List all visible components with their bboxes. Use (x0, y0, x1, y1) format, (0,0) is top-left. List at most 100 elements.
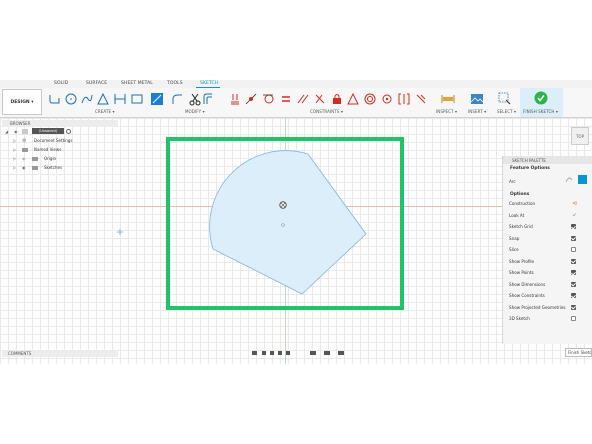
insert-menu-label[interactable]: INSERT ▾ (468, 109, 486, 114)
construction-icon[interactable]: ⊲ (572, 200, 577, 207)
browser-title: BROWSER (10, 121, 31, 126)
circle-tool-icon[interactable] (64, 92, 78, 106)
finish-sketch-button[interactable]: Finish Sketch (565, 348, 592, 357)
polygon-tool-icon[interactable] (96, 92, 110, 106)
zoom-icon[interactable] (278, 351, 282, 355)
coincident-constraint-icon[interactable] (244, 92, 258, 106)
activate-radio-icon[interactable] (66, 129, 71, 134)
expand-arrow-icon[interactable]: ▷ (13, 165, 16, 170)
arc-three-point-icon[interactable] (565, 175, 573, 183)
expand-arrow-icon[interactable]: ◢ (5, 129, 8, 134)
inspect-menu-label[interactable]: INSPECT ▾ (436, 109, 457, 114)
sketch-palette-header[interactable]: SKETCH PALETTE (503, 156, 592, 164)
visibility-eye-icon[interactable]: ◉ (22, 156, 26, 161)
3d-sketch-checkbox[interactable] (571, 316, 576, 322)
grid-settings-icon[interactable] (324, 351, 330, 355)
workspace-switcher-button[interactable]: DESIGN ▾ (2, 89, 42, 115)
expand-arrow-icon[interactable]: ▷ (13, 138, 16, 143)
show-constraints-checkbox[interactable] (571, 293, 576, 299)
concentric-constraint-icon[interactable] (363, 92, 377, 106)
perpendicular-constraint-icon[interactable] (313, 92, 327, 106)
navigation-bar (252, 351, 344, 355)
symmetry-constraint-icon[interactable] (397, 92, 411, 106)
show-dimensions-checkbox[interactable] (571, 281, 576, 287)
palette-row-show-dimensions[interactable]: Show Dimensions (503, 279, 592, 291)
curvature-constraint-icon[interactable] (414, 92, 428, 106)
browser-item-named-views[interactable]: ▷ Named Views (2, 145, 118, 154)
tab-sheet-metal[interactable]: SHEET METAL (121, 81, 153, 86)
display-settings-icon[interactable] (310, 351, 316, 355)
feature-options-section[interactable]: Feature Options (503, 164, 592, 172)
offset-tool-icon[interactable] (201, 92, 215, 106)
fit-icon[interactable] (286, 351, 290, 355)
fix-constraint-icon[interactable] (330, 92, 344, 106)
measure-tool-icon[interactable] (441, 92, 455, 106)
browser-item-origin[interactable]: ▷ ◉ Origin (2, 154, 118, 163)
visibility-eye-icon[interactable]: ◉ (14, 129, 18, 134)
constraints-menu-label[interactable]: CONSTRAINTS ▾ (310, 109, 343, 114)
tab-solid[interactable]: SOLID (54, 81, 68, 86)
show-projected-geometries-checkbox[interactable] (571, 304, 576, 310)
viewcube[interactable]: TOP (571, 127, 589, 145)
palette-row-show-points[interactable]: Show Points (503, 267, 592, 279)
scissors-tool-icon[interactable] (188, 92, 202, 106)
parallel-constraint-icon[interactable] (296, 92, 310, 106)
select-tool-icon[interactable] (498, 92, 512, 106)
show-points-checkbox[interactable] (571, 270, 576, 276)
palette-row-construction[interactable]: Construction ⊲ (503, 198, 592, 210)
horizontal-vertical-constraint-icon[interactable] (228, 92, 242, 106)
select-menu-label[interactable]: SELECT ▾ (497, 109, 516, 114)
modify-menu-label[interactable]: MODIFY ▾ (185, 109, 205, 114)
spline-tool-icon[interactable] (113, 92, 127, 106)
palette-row-snap[interactable]: Snap (503, 233, 592, 245)
options-section[interactable]: Options (503, 190, 592, 198)
finish-sketch-area[interactable]: FINISH SKETCH ▾ (520, 88, 563, 117)
toolbar-ribbon: DESIGN ▾ FINISH SKETCH ▾ CREATE ▾ MODIFY… (0, 88, 592, 118)
collinear-constraint-icon[interactable] (380, 92, 394, 106)
palette-row-show-projected-geometries[interactable]: Show Projected Geometries (503, 302, 592, 314)
equal-constraint-icon[interactable] (279, 92, 293, 106)
fillet-tool-icon[interactable] (150, 92, 164, 106)
finish-sketch-check-icon[interactable] (534, 91, 548, 105)
palette-row-show-constraints[interactable]: Show Constraints (503, 290, 592, 302)
insert-image-icon[interactable] (470, 92, 484, 106)
palette-row-slice[interactable]: Slice (503, 244, 592, 256)
crosshair-icon (117, 229, 123, 235)
browser-item-sketches[interactable]: ▷ ◉ Sketches (2, 163, 118, 172)
visibility-eye-icon[interactable]: ◉ (22, 165, 26, 170)
viewports-icon[interactable] (338, 351, 344, 355)
orbit-icon[interactable] (252, 351, 257, 355)
rectangle-tool-icon[interactable] (130, 92, 144, 106)
show-profile-checkbox[interactable] (571, 258, 576, 264)
palette-row-sketch-grid[interactable]: Sketch Grid (503, 221, 592, 233)
tab-surface[interactable]: SURFACE (86, 81, 107, 86)
palette-row-look-at[interactable]: Look At ↙ (503, 210, 592, 222)
comments-panel[interactable]: COMMENTS (2, 350, 118, 357)
folder-icon (22, 147, 28, 152)
trim-tool-icon[interactable] (170, 92, 184, 106)
tab-sketch[interactable]: SKETCH (200, 81, 218, 86)
browser-root-row[interactable]: ◢ ◉ (Unsaved) (2, 127, 118, 136)
snap-checkbox[interactable] (571, 235, 576, 241)
look-at-icon[interactable]: ↙ (573, 212, 577, 218)
browser-header[interactable]: BROWSER (2, 120, 118, 127)
palette-row-3d-sketch[interactable]: 3D Sketch (503, 313, 592, 325)
palette-row-show-profile[interactable]: Show Profile (503, 256, 592, 268)
create-menu-label[interactable]: CREATE ▾ (95, 109, 115, 114)
folder-icon (32, 156, 38, 161)
arc-center-point-option-button[interactable] (578, 175, 587, 184)
arc-tool-icon[interactable] (80, 92, 94, 106)
finish-sketch-label[interactable]: FINISH SKETCH ▾ (523, 109, 558, 114)
document-name-badge: (Unsaved) (32, 128, 64, 134)
line-tool-icon[interactable] (48, 92, 62, 106)
pan-icon[interactable] (270, 351, 274, 355)
expand-arrow-icon[interactable]: ▷ (13, 156, 16, 161)
tab-tools[interactable]: TOOLS (167, 81, 183, 86)
midpoint-constraint-icon[interactable] (346, 92, 360, 106)
expand-arrow-icon[interactable]: ▷ (13, 147, 16, 152)
tangent-constraint-icon[interactable] (262, 92, 276, 106)
browser-item-document-settings[interactable]: ▷ ⚙ Document Settings (2, 136, 118, 145)
sketch-grid-checkbox[interactable] (571, 224, 576, 230)
look-at-icon[interactable] (262, 351, 266, 355)
slice-checkbox[interactable] (571, 247, 576, 253)
